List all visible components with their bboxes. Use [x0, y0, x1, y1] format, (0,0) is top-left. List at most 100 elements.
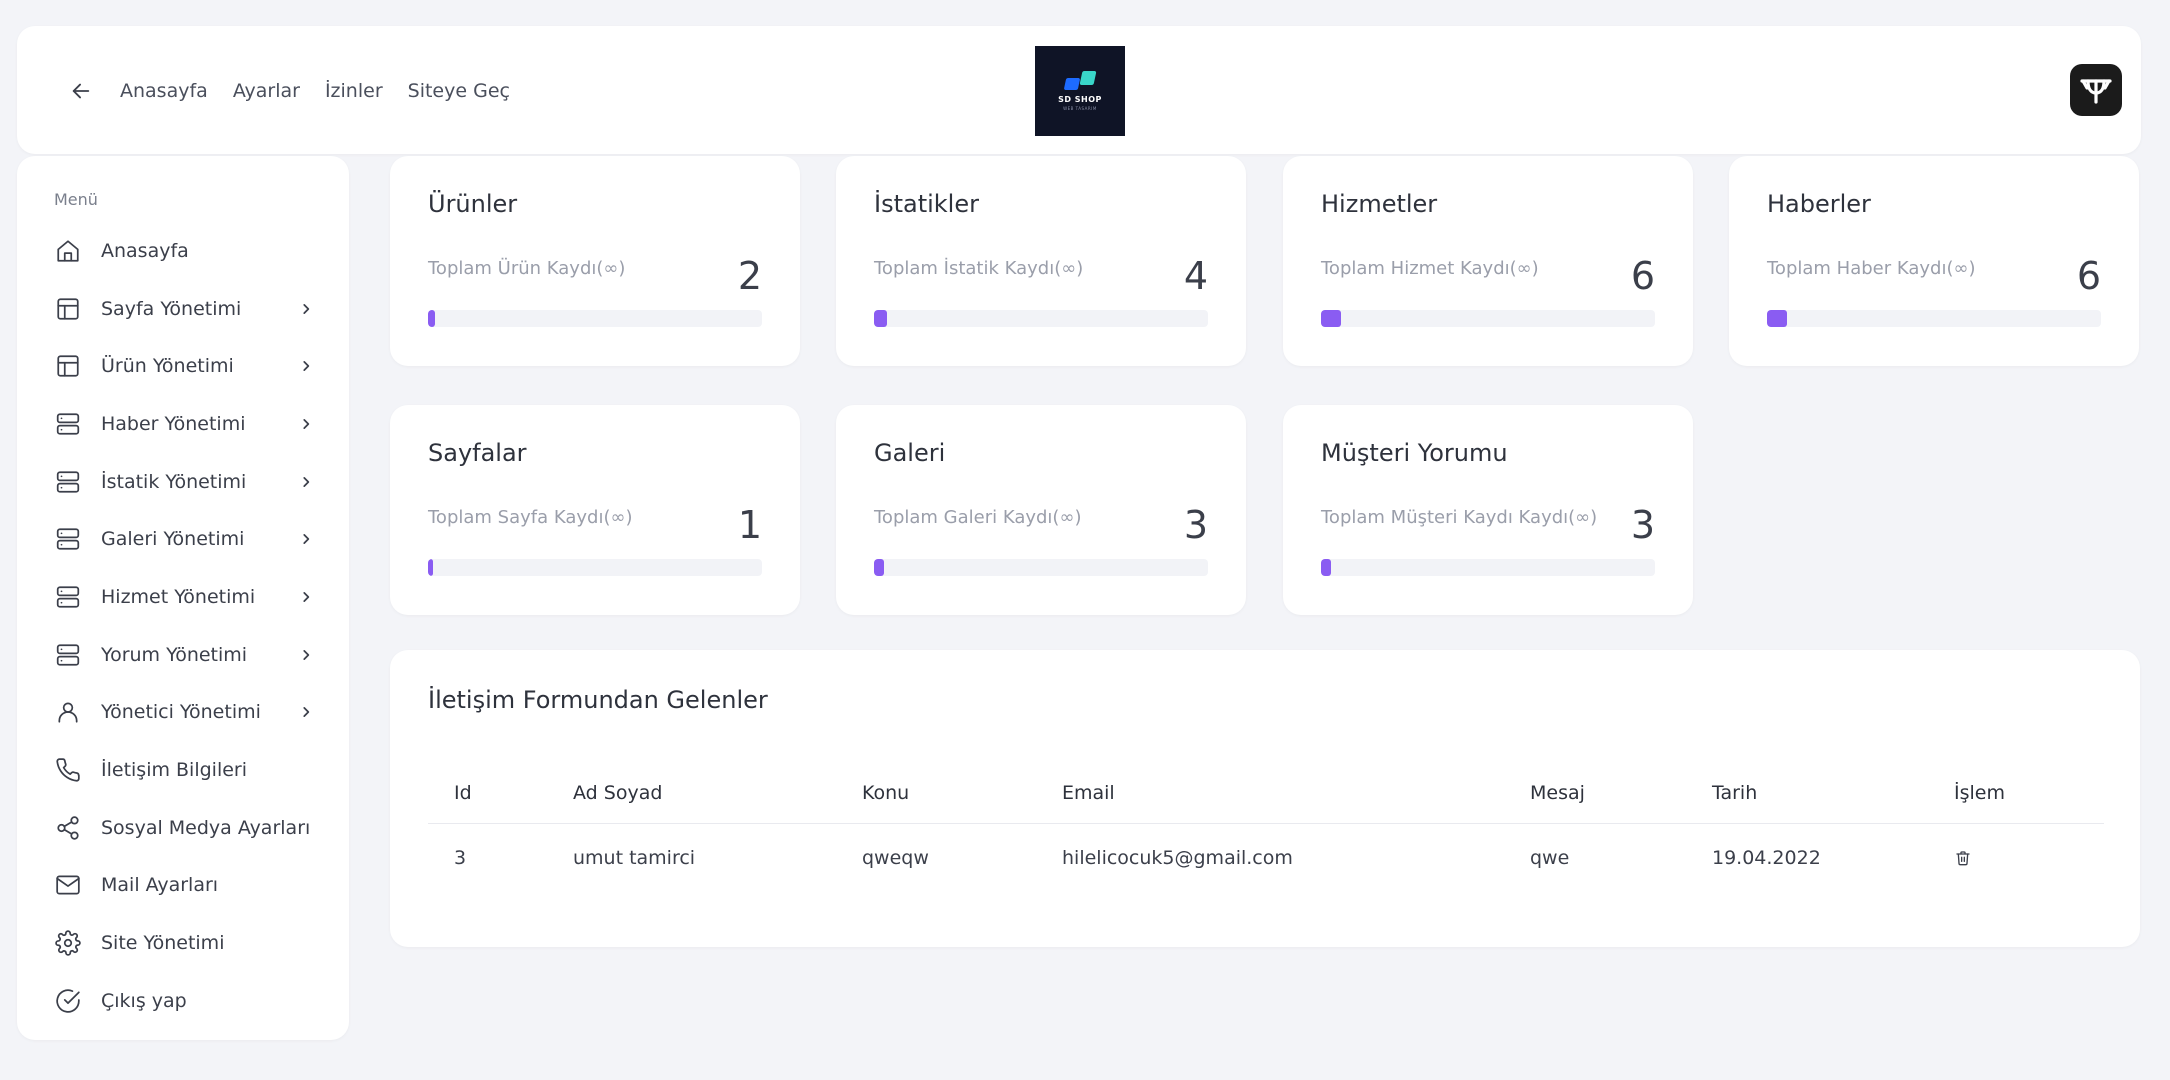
progress-bar — [874, 310, 1208, 327]
sidebar-item-sayfa-yonetimi[interactable]: Sayfa Yönetimi — [17, 280, 349, 338]
settings-icon — [54, 929, 82, 957]
user-avatar[interactable] — [2070, 64, 2122, 116]
progress-fill — [428, 310, 435, 327]
layout-icon — [54, 352, 82, 380]
stat-card-musteri-yorumu: Müşteri Yorumu Toplam Müşteri Kaydı Kaydı… — [1283, 405, 1693, 615]
cell-name: umut tamirci — [573, 847, 696, 869]
top-nav: Anasayfa Ayarlar İzinler Siteye Geç — [120, 74, 535, 108]
column-header-id[interactable]: Id — [454, 762, 472, 823]
site-logo[interactable]: SD SHOP WEB TASARIM — [1035, 46, 1125, 136]
stat-card-title: Hizmetler — [1321, 190, 1438, 218]
nav-link-izinler[interactable]: İzinler — [325, 80, 383, 102]
nav-link-anasayfa[interactable]: Anasayfa — [120, 80, 208, 102]
sidebar-item-label: Ürün Yönetimi — [101, 355, 234, 378]
sidebar-item-galeri-yonetimi[interactable]: Galeri Yönetimi — [17, 510, 349, 568]
chevron-right-icon — [299, 648, 313, 662]
progress-bar — [1321, 310, 1655, 327]
sidebar-item-hizmet-yonetimi[interactable]: Hizmet Yönetimi — [17, 568, 349, 626]
sidebar-item-label: Çıkış yap — [101, 989, 187, 1012]
stat-card-title: İstatikler — [874, 190, 979, 218]
sidebar-item-site-yonetimi[interactable]: Site Yönetimi — [17, 914, 349, 972]
sidebar-item-label: Sosyal Medya Ayarları — [101, 816, 311, 839]
column-header-date[interactable]: Tarih — [1712, 762, 1757, 823]
stat-card-value: 3 — [1183, 503, 1208, 547]
stat-card-label: Toplam Ürün Kaydı(∞) — [428, 258, 626, 279]
layout-icon — [54, 295, 82, 323]
stat-card-title: Müşteri Yorumu — [1321, 439, 1508, 467]
sidebar-item-label: İletişim Bilgileri — [101, 759, 248, 782]
cell-subject: qweqw — [862, 847, 929, 869]
sidebar-item-label: Hizmet Yönetimi — [101, 585, 256, 608]
column-header-message[interactable]: Mesaj — [1530, 762, 1585, 823]
trash-icon — [1956, 851, 1970, 866]
sidebar-menu: Anasayfa Sayfa Yönetimi Ürün Yönetimi Haber… — [17, 222, 349, 1030]
progress-fill — [1767, 310, 1788, 327]
stat-card-value: 2 — [737, 254, 762, 298]
server-icon — [54, 583, 82, 611]
stat-card-value: 6 — [1630, 254, 1655, 298]
cell-message: qwe — [1530, 847, 1570, 869]
stat-card-sayfalar: Sayfalar Toplam Sayfa Kaydı(∞) 1 — [390, 405, 800, 615]
stat-card-title: Galeri — [874, 439, 946, 467]
column-header-name[interactable]: Ad Soyad — [573, 762, 662, 823]
logo-name: SD SHOP — [1058, 95, 1102, 104]
sidebar-item-mail-ayarlari[interactable]: Mail Ayarları — [17, 857, 349, 915]
sidebar-item-yorum-yonetimi[interactable]: Yorum Yönetimi — [17, 626, 349, 684]
cell-id: 3 — [454, 847, 467, 869]
chevron-right-icon — [299, 590, 313, 604]
sidebar-item-label: Yorum Yönetimi — [101, 643, 248, 666]
sidebar-item-yonetici-yonetimi[interactable]: Yönetici Yönetimi — [17, 684, 349, 742]
stat-card-title: Sayfalar — [428, 439, 527, 467]
share-icon — [54, 814, 82, 842]
table-row: 3 umut tamirci qweqw hilelicocuk5@gmail.… — [428, 825, 2104, 891]
stat-card-value: 6 — [2076, 254, 2101, 298]
stat-card-istatikler: İstatikler Toplam İstatik Kaydı(∞) 4 — [836, 156, 1246, 366]
sidebar-item-urun-yonetimi[interactable]: Ürün Yönetimi — [17, 337, 349, 395]
logo-mark — [1063, 71, 1097, 90]
sidebar-item-anasayfa[interactable]: Anasayfa — [17, 222, 349, 280]
stat-card-haberler: Haberler Toplam Haber Kaydı(∞) 6 — [1729, 156, 2139, 366]
server-icon — [54, 468, 82, 496]
server-icon — [54, 525, 82, 553]
column-header-action: İşlem — [1954, 781, 2005, 804]
delete-button[interactable] — [1954, 849, 1972, 867]
column-header-email[interactable]: Email — [1062, 762, 1115, 823]
cell-action — [1954, 825, 1972, 891]
cell-email: hilelicocuk5@gmail.com — [1062, 847, 1293, 869]
stat-card-label: Toplam Galeri Kaydı(∞) — [874, 507, 1082, 528]
sidebar-item-sosyal-medya-ayarlari[interactable]: Sosyal Medya Ayarları — [17, 799, 349, 857]
stat-card-label: Toplam Haber Kaydı(∞) — [1767, 258, 1976, 279]
top-header: Anasayfa Ayarlar İzinler Siteye Geç SD S… — [17, 26, 2141, 154]
nav-link-siteye-gec[interactable]: Siteye Geç — [408, 80, 510, 102]
progress-fill — [874, 559, 885, 576]
sidebar-item-label: Mail Ayarları — [101, 874, 219, 897]
progress-bar — [428, 310, 762, 327]
sidebar-item-label: Galeri Yönetimi — [101, 528, 245, 551]
nav-link-ayarlar[interactable]: Ayarlar — [233, 80, 300, 102]
back-button[interactable] — [51, 74, 111, 108]
progress-bar — [1767, 310, 2101, 327]
contact-messages-card: İletişim Formundan Gelenler Id Ad Soyad … — [390, 650, 2140, 947]
stat-card-value: 1 — [737, 503, 762, 547]
cell-date: 19.04.2022 — [1712, 847, 1821, 869]
progress-fill — [1321, 310, 1342, 327]
mail-icon — [54, 871, 82, 899]
sidebar-item-haber-yonetimi[interactable]: Haber Yönetimi — [17, 395, 349, 453]
server-icon — [54, 641, 82, 669]
progress-bar — [874, 559, 1208, 576]
server-icon — [54, 410, 82, 438]
progress-fill — [1321, 559, 1332, 576]
column-header-subject[interactable]: Konu — [862, 762, 909, 823]
stat-card-label: Toplam İstatik Kaydı(∞) — [874, 258, 1084, 279]
stat-card-value: 3 — [1630, 503, 1655, 547]
sidebar-item-iletisim-bilgileri[interactable]: İletişim Bilgileri — [17, 741, 349, 799]
sidebar-item-cikis-yap[interactable]: Çıkış yap — [17, 972, 349, 1030]
home-icon — [54, 237, 82, 265]
arrow-left-icon — [72, 83, 90, 99]
stat-card-label: Toplam Müşteri Kaydı Kaydı(∞) — [1321, 507, 1598, 528]
chevron-right-icon — [299, 705, 313, 719]
table-header: Id Ad Soyad Konu Email Mesaj Tarih İşlem — [428, 762, 2104, 824]
sidebar-item-istatik-yonetimi[interactable]: İstatik Yönetimi — [17, 453, 349, 511]
sidebar-item-label: Anasayfa — [101, 239, 189, 262]
progress-fill — [874, 310, 888, 327]
